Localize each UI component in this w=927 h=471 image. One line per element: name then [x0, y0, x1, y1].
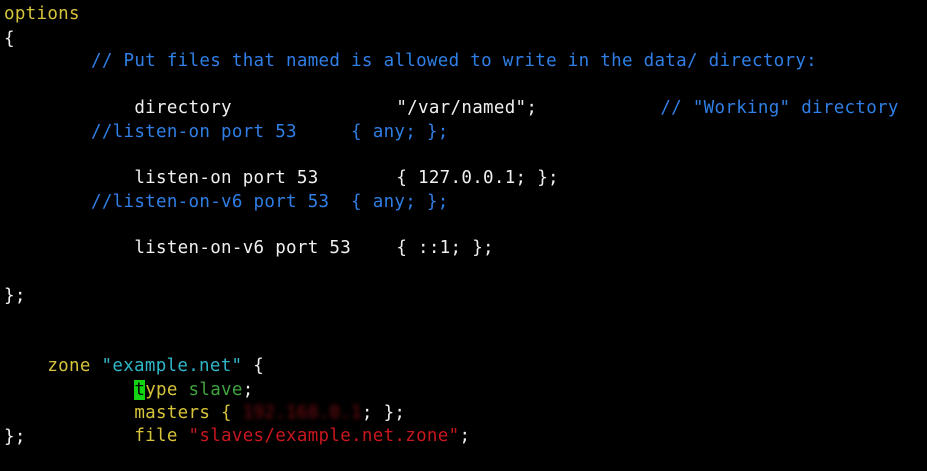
- file-value: "slaves/example.net.zone": [188, 426, 460, 446]
- code-line-open-brace: {: [4, 28, 15, 51]
- options-keyword: options: [4, 4, 80, 24]
- directory-key: directory: [134, 98, 232, 118]
- directory-comment: // "Working" directory: [660, 98, 899, 118]
- terminal-editor[interactable]: options { // Put files that named is all…: [0, 0, 927, 449]
- listen-on-value: { 127.0.0.1; };: [396, 168, 559, 188]
- zone-close-brace: };: [4, 427, 26, 447]
- code-line-listen-on-v6: listen-on-v6 port 53 { ::1; };: [4, 214, 494, 258]
- file-keyword: file: [134, 426, 189, 446]
- code-line-type: type slave;: [4, 356, 254, 400]
- directory-value: "/var/named";: [396, 98, 538, 118]
- file-semicolon: ;: [459, 426, 471, 446]
- listen-on-v6-value: { ::1; };: [396, 238, 494, 258]
- code-line-comment-directory: // Put files that named is allowed to wr…: [4, 50, 817, 73]
- code-line-listen-on: listen-on port 53 { 127.0.0.1; };: [4, 144, 559, 188]
- comment-text: // Put files that named is allowed to wr…: [91, 51, 818, 71]
- listen-on-v6-key: listen-on-v6 port 53: [134, 238, 352, 258]
- code-line-listen-on-comment: //listen-on port 53 { any; };: [4, 121, 449, 144]
- code-line-close-zone: };: [4, 426, 26, 449]
- code-line-directory: directory "/var/named"; // "Working" direc…: [4, 74, 899, 118]
- code-line-masters: masters { 192.168.0.1; };: [4, 379, 405, 423]
- code-line-file: file "slaves/example.net.zone";: [4, 402, 470, 446]
- listen-on-v6-comment: //listen-on-v6 port 53 { any; };: [91, 192, 449, 212]
- listen-on-comment: //listen-on port 53 { any; };: [91, 122, 449, 142]
- close-brace: };: [4, 286, 26, 306]
- code-line-listen-on-v6-comment: //listen-on-v6 port 53 { any; };: [4, 191, 449, 214]
- code-line-zone: zone "example.net" {: [4, 332, 264, 376]
- code-line-close-options: };: [4, 285, 26, 308]
- listen-on-key: listen-on port 53: [134, 168, 319, 188]
- open-brace: {: [4, 29, 15, 49]
- code-line-options: options: [4, 3, 80, 26]
